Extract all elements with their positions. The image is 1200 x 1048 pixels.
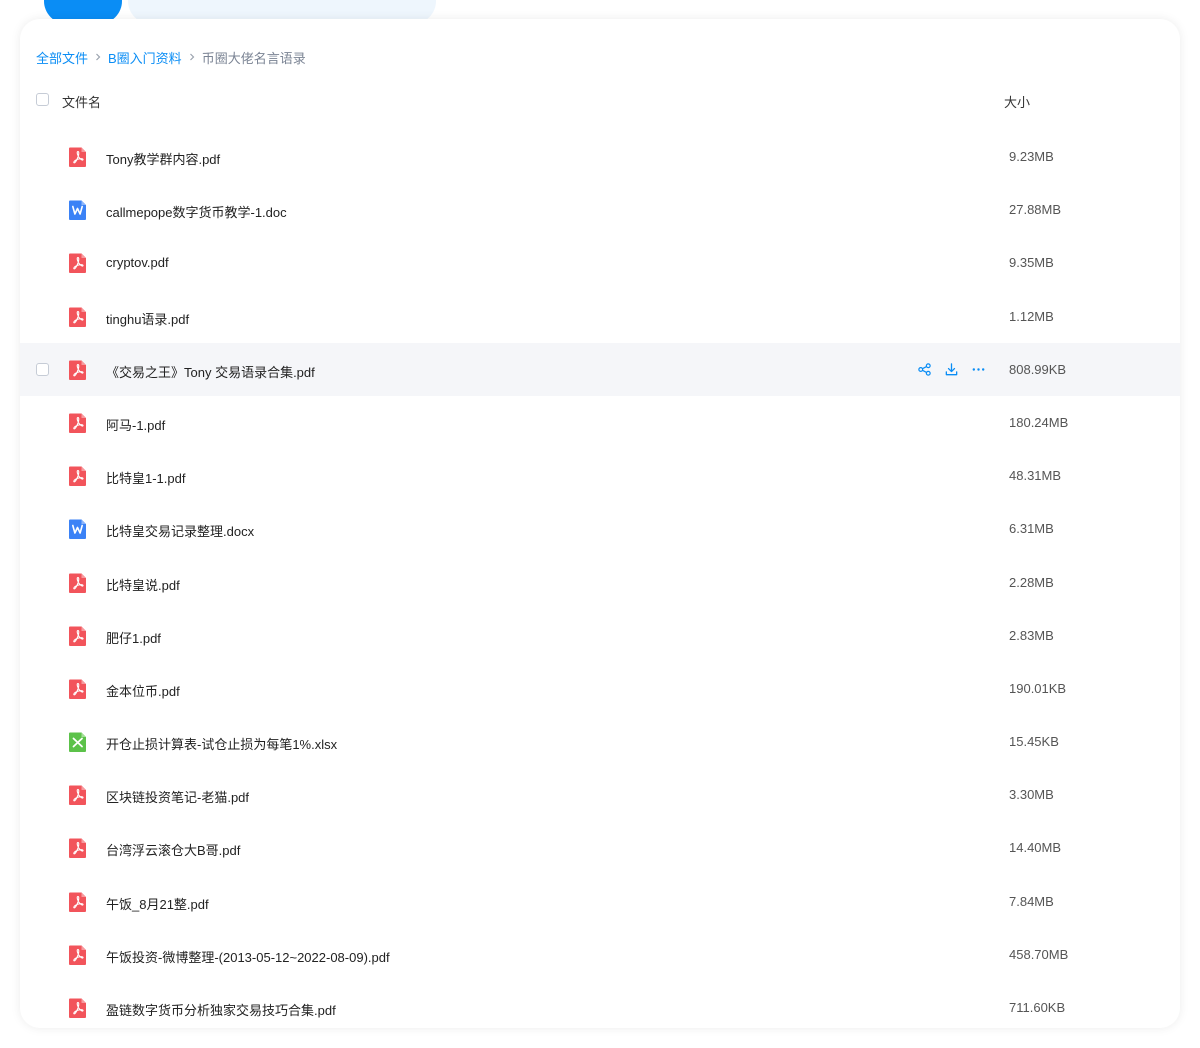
column-header-name[interactable]: 文件名 <box>62 92 101 111</box>
excel-file-icon <box>68 731 88 753</box>
file-size: 14.40MB <box>1009 840 1062 856</box>
file-name[interactable]: 区块链投资笔记-老猫.pdf <box>106 787 249 806</box>
pdf-file-icon <box>68 306 88 328</box>
breadcrumb-all-files[interactable]: 全部文件 <box>36 48 88 67</box>
file-size: 27.88MB <box>1009 202 1062 218</box>
pdf-file-icon <box>68 359 88 381</box>
row-checkbox[interactable] <box>36 362 49 376</box>
table-header: 文件名 大小 <box>20 85 1180 115</box>
file-list: Tony教学群内容.pdf 9.23MB callmepope数字货币教学-1.do… <box>20 130 1180 1028</box>
file-row[interactable]: 午饭_8月21整.pdf 7.84MB <box>20 875 1180 928</box>
file-size: 7.84MB <box>1009 893 1054 909</box>
file-row[interactable]: Tony教学群内容.pdf 9.23MB <box>20 130 1180 183</box>
breadcrumb: 全部文件 B圈入门资料 币圈大佬名言语录 <box>36 48 306 66</box>
file-name[interactable]: 开仓止损计算表-试仓止损为每笔1%.xlsx <box>106 734 337 753</box>
file-name[interactable]: 盈链数字货币分析独家交易技巧合集.pdf <box>106 1000 336 1019</box>
file-name[interactable]: 比特皇交易记录整理.docx <box>106 521 254 540</box>
pdf-file-icon <box>68 146 88 168</box>
file-row[interactable]: tinghu语录.pdf 1.12MB <box>20 290 1180 343</box>
file-row[interactable]: 午饭投资-微博整理-(2013-05-12~2022-08-09).pdf 458… <box>20 928 1180 981</box>
breadcrumb-current-folder: 币圈大佬名言语录 <box>201 50 306 66</box>
pdf-file-icon <box>68 891 88 913</box>
file-size: 48.31MB <box>1009 468 1062 484</box>
more-icon[interactable] <box>970 361 987 378</box>
file-size: 2.83MB <box>1009 627 1054 643</box>
file-size: 458.70MB <box>1009 946 1069 962</box>
file-row[interactable]: 台湾浮云滚仓大B哥.pdf 14.40MB <box>20 821 1180 874</box>
file-size: 15.45KB <box>1009 734 1059 750</box>
file-row[interactable]: callmepope数字货币教学-1.doc 27.88MB <box>20 183 1180 236</box>
file-row[interactable]: cryptov.pdf 9.35MB <box>20 236 1180 289</box>
share-icon[interactable] <box>916 361 933 378</box>
breadcrumb-b-circle-intro[interactable]: B圈入门资料 <box>108 48 182 67</box>
pdf-file-icon <box>68 412 88 434</box>
file-row[interactable]: 区块链投资笔记-老猫.pdf 3.30MB <box>20 768 1180 821</box>
chevron-right-icon <box>186 51 198 63</box>
select-all-checkbox[interactable] <box>36 93 49 106</box>
word-file-icon <box>68 199 88 221</box>
file-size: 190.01KB <box>1009 680 1067 696</box>
file-name[interactable]: 台湾浮云滚仓大B哥.pdf <box>106 840 240 859</box>
file-size: 9.23MB <box>1009 149 1054 164</box>
column-header-size[interactable]: 大小 <box>1004 92 1030 111</box>
file-row[interactable]: 盈链数字货币分析独家交易技巧合集.pdf 711.60KB <box>20 981 1180 1028</box>
file-row[interactable]: 《交易之王》Tony 交易语录合集.pdf 808.99KB <box>20 342 1180 396</box>
file-row[interactable]: 比特皇说.pdf 2.28MB <box>20 556 1180 609</box>
file-name[interactable]: 金本位币.pdf <box>106 681 180 700</box>
file-name[interactable]: 《交易之王》Tony 交易语录合集.pdf <box>106 362 315 381</box>
pdf-file-icon <box>68 944 88 966</box>
word-file-icon <box>68 518 88 540</box>
file-list-panel: 全部文件 B圈入门资料 币圈大佬名言语录 文件名 大小 Tony教学群内容.pd… <box>20 19 1180 1028</box>
file-name[interactable]: tinghu语录.pdf <box>106 309 189 328</box>
pdf-file-icon <box>68 252 88 274</box>
file-name[interactable]: 午饭_8月21整.pdf <box>106 894 209 913</box>
file-row[interactable]: 肥仔1.pdf 2.83MB <box>20 609 1180 662</box>
row-actions <box>916 361 987 378</box>
file-size: 9.35MB <box>1009 255 1054 271</box>
file-name[interactable]: 比特皇1-1.pdf <box>106 468 185 487</box>
pdf-file-icon <box>68 997 88 1019</box>
file-row[interactable]: 开仓止损计算表-试仓止损为每笔1%.xlsx 15.45KB <box>20 715 1180 768</box>
file-size: 1.12MB <box>1009 308 1054 324</box>
pdf-file-icon <box>68 784 88 806</box>
file-name[interactable]: callmepope数字货币教学-1.doc <box>106 202 287 221</box>
file-name[interactable]: cryptov.pdf <box>106 255 169 270</box>
file-size: 2.28MB <box>1009 574 1054 590</box>
file-size: 711.60KB <box>1009 1000 1066 1015</box>
file-name[interactable]: 午饭投资-微博整理-(2013-05-12~2022-08-09).pdf <box>106 947 390 966</box>
download-icon[interactable] <box>943 361 960 378</box>
pdf-file-icon <box>68 837 88 859</box>
file-size: 6.31MB <box>1009 521 1054 537</box>
pdf-file-icon <box>68 465 88 487</box>
pdf-file-icon <box>68 572 88 594</box>
pdf-file-icon <box>68 625 88 647</box>
file-name[interactable]: 比特皇说.pdf <box>106 575 180 594</box>
file-name[interactable]: 肥仔1.pdf <box>106 628 161 647</box>
file-row[interactable]: 阿马-1.pdf 180.24MB <box>20 396 1180 449</box>
file-size: 3.30MB <box>1009 787 1054 803</box>
file-row[interactable]: 比特皇交易记录整理.docx 6.31MB <box>20 502 1180 555</box>
pdf-file-icon <box>68 678 88 700</box>
chevron-right-icon <box>92 51 104 63</box>
file-row[interactable]: 比特皇1-1.pdf 48.31MB <box>20 449 1180 502</box>
file-row[interactable]: 金本位币.pdf 190.01KB <box>20 662 1180 715</box>
file-name[interactable]: 阿马-1.pdf <box>106 415 165 434</box>
file-name[interactable]: Tony教学群内容.pdf <box>106 149 220 168</box>
file-size: 808.99KB <box>1009 361 1067 377</box>
file-size: 180.24MB <box>1009 414 1069 430</box>
